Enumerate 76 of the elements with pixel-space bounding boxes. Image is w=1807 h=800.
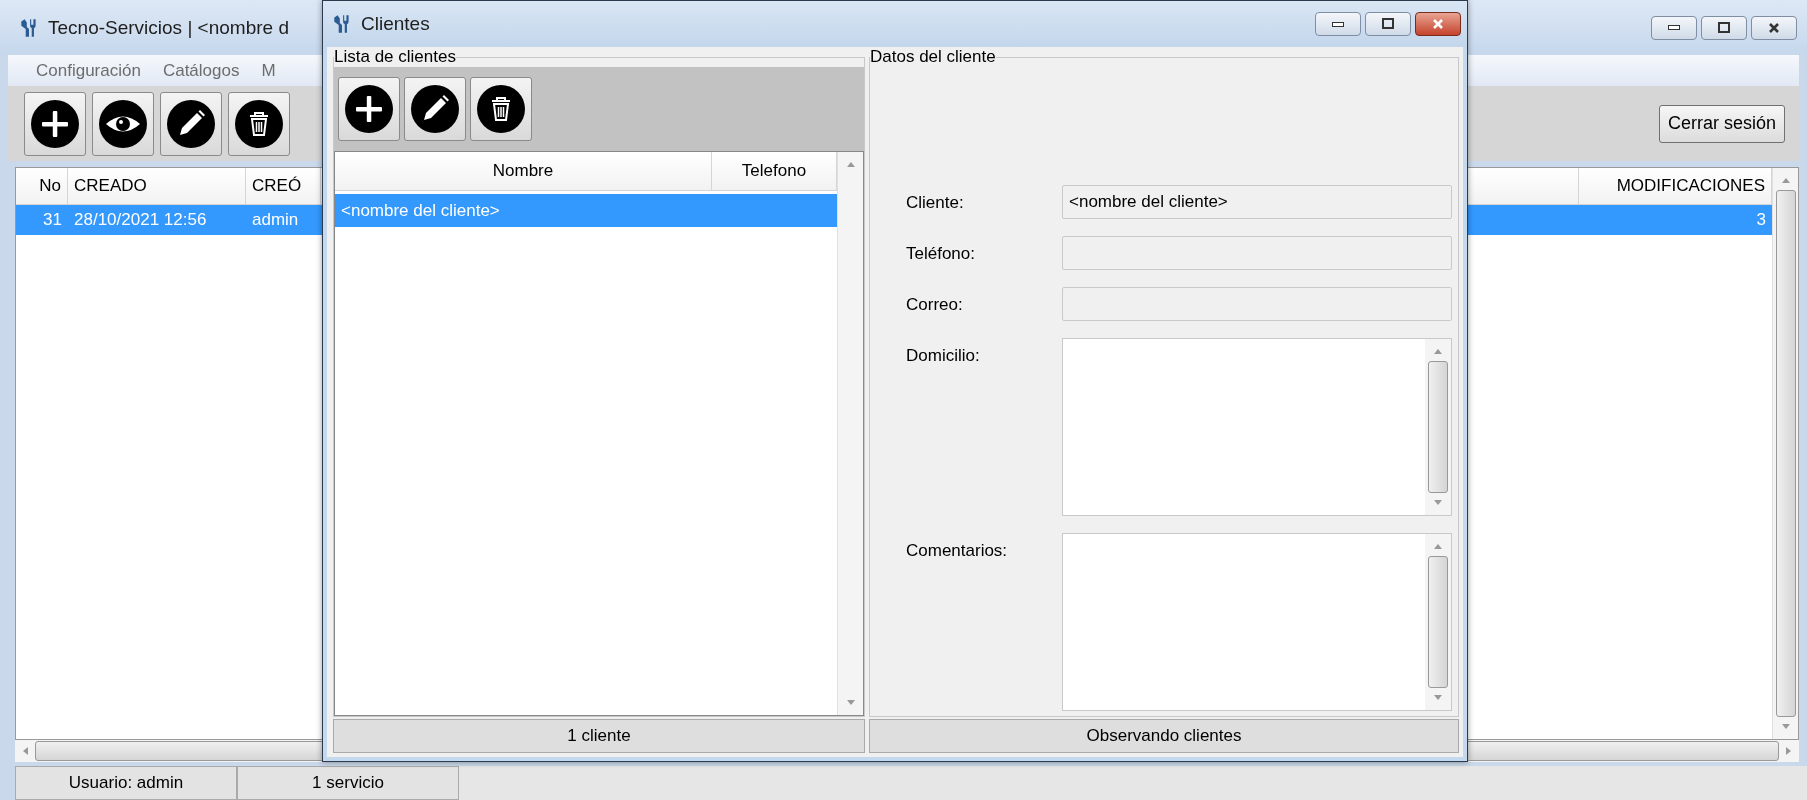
table-cell: 28/10/2021 12:56 [68,205,246,235]
field-label: Correo: [906,294,964,316]
toolbar-button[interactable] [24,91,86,156]
maximize-icon [1717,20,1731,35]
eye-icon [98,98,148,149]
up-arrow-icon[interactable] [1780,176,1791,184]
input-field[interactable] [1062,236,1452,270]
trash-icon [234,98,284,149]
menu-item[interactable]: M [261,60,276,81]
column-header[interactable]: CREADO [68,168,246,205]
maximize-icon [1381,17,1395,31]
minimize-icon [1668,25,1680,30]
scroll-thumb[interactable] [1775,190,1796,717]
down-arrow-icon[interactable] [1433,499,1443,507]
status-cell: Usuario: admin [15,766,237,800]
table-cell[interactable] [712,194,837,227]
close-button[interactable] [1751,15,1797,40]
up-arrow-icon[interactable] [845,160,856,168]
column-header[interactable]: Telefono [712,152,837,191]
down-arrow-icon[interactable] [1780,723,1791,731]
column-header[interactable]: CREÓ [246,168,321,205]
toolbar-button[interactable] [338,77,400,141]
vertical-scrollbar[interactable] [1772,168,1798,739]
plus-icon [30,98,80,149]
status-cell: 1 servicio [237,766,459,800]
column-header[interactable]: No [16,168,68,205]
dialog-title: Clientes [361,13,430,35]
minimize-button[interactable] [1315,12,1361,36]
left-arrow-icon[interactable] [21,746,29,756]
menu-item[interactable]: Configuración [36,60,141,81]
table-cell: 31 [16,205,68,235]
field-label: Domicilio: [906,345,981,367]
up-arrow-icon[interactable] [1433,347,1443,355]
toolbar-button[interactable] [228,91,290,156]
menu-item[interactable]: Catálogos [162,60,240,81]
window-title: Tecno-Servicios | <nombre d [48,16,289,39]
right-arrow-icon[interactable] [1785,746,1793,756]
close-icon [1767,20,1781,35]
toolbar-button[interactable] [160,91,222,156]
vertical-scrollbar[interactable] [1425,339,1451,515]
minimize-icon [1332,21,1344,27]
status-cell: 1 cliente [333,719,865,753]
column-header[interactable]: MODIFICACIONES [1579,168,1772,205]
pencil-icon [410,84,460,134]
toolbar-button[interactable] [92,91,154,156]
field-label: Cliente: [906,192,965,214]
group-title: Datos del cliente [870,47,996,67]
input-field[interactable] [1062,287,1452,321]
status-cell: Observando clientes [869,719,1459,753]
table-cell: 3 [1579,205,1772,235]
close-button[interactable] [1415,12,1461,36]
vertical-scrollbar[interactable] [837,152,863,715]
logout-button[interactable]: Cerrar sesión [1658,104,1785,143]
toolbar-button[interactable] [470,77,532,141]
minimize-button[interactable] [1651,15,1697,40]
down-arrow-icon[interactable] [845,699,856,707]
maximize-button[interactable] [1701,15,1747,40]
text-area[interactable] [1062,338,1452,516]
up-arrow-icon[interactable] [1433,542,1443,550]
scroll-thumb[interactable] [1428,361,1448,493]
maximize-button[interactable] [1365,12,1411,36]
plus-icon [344,84,394,134]
pencil-icon [166,98,216,149]
field-label: Comentarios: [906,540,1009,562]
group-title: Lista de clientes [334,47,456,67]
table-cell: admin [246,205,321,235]
input-field[interactable]: <nombre del cliente> [1062,185,1452,219]
trash-icon [476,84,526,134]
column-header[interactable]: Nombre [335,152,712,191]
close-icon [1431,17,1445,31]
field-label: Teléfono: [906,243,976,265]
toolbar-button[interactable] [404,77,466,141]
text-area[interactable] [1062,533,1452,711]
vertical-scrollbar[interactable] [1425,534,1451,710]
scroll-thumb[interactable] [1428,556,1448,688]
down-arrow-icon[interactable] [1433,694,1443,702]
